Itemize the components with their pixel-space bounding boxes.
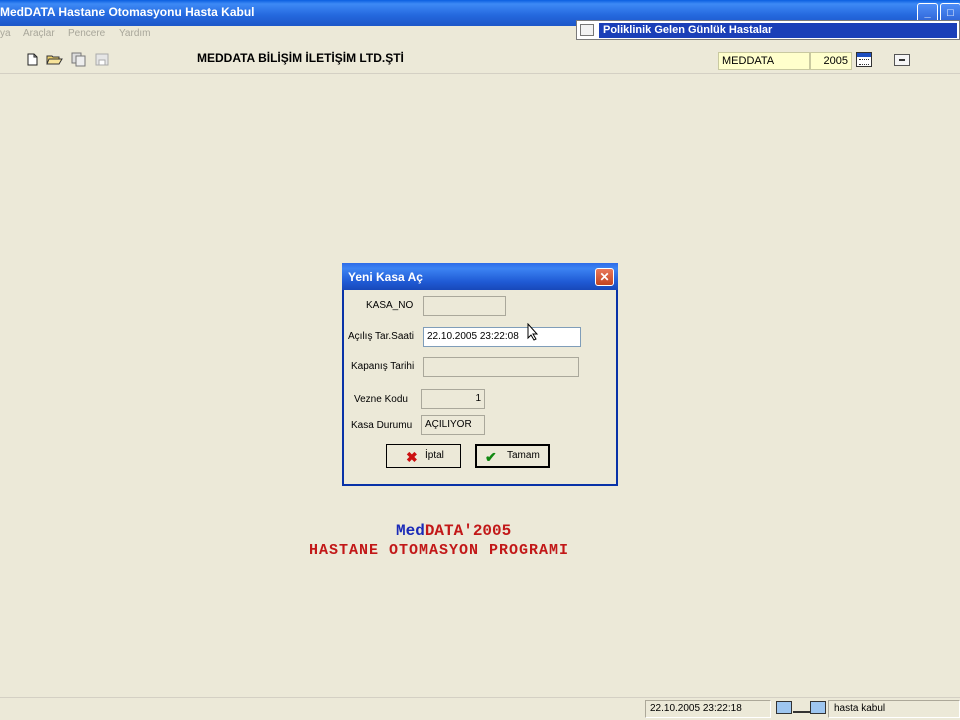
dialog-title: Yeni Kasa Aç — [348, 270, 423, 284]
brand-title: MedDATA'2005 — [396, 522, 511, 540]
user-field[interactable]: MEDDATA — [718, 52, 810, 70]
company-name: MEDDATA BİLİŞİM İLETİŞİM LTD.ŞTİ — [197, 51, 404, 65]
dialog-titlebar[interactable]: Yeni Kasa Aç ✕ — [342, 263, 618, 290]
year-field[interactable]: 2005 — [810, 52, 852, 70]
status-user: hasta kabul — [828, 700, 960, 718]
menu-item-araclar[interactable]: Araçlar — [23, 28, 55, 39]
acilis-label: Açılış Tar.Saati — [348, 331, 414, 342]
new-icon[interactable] — [25, 53, 39, 66]
exit-icon[interactable] — [894, 54, 910, 66]
calendar-icon[interactable] — [856, 52, 872, 67]
save-icon[interactable] — [95, 53, 109, 66]
kapanis-date-field[interactable] — [423, 357, 579, 377]
brand-subtitle: HASTANE OTOMASYON PROGRAMI — [309, 542, 570, 559]
vezne-label: Vezne Kodu — [354, 394, 408, 405]
kasa-no-label: KASA_NO — [366, 300, 414, 311]
check-icon: ✔ — [485, 449, 497, 465]
copy-icon[interactable] — [71, 52, 87, 67]
child-window-poliklinik[interactable]: Poliklinik Gelen Günlük Hastalar — [576, 20, 960, 40]
window-icon — [580, 24, 594, 36]
cancel-button-label: İptal — [425, 450, 444, 461]
computer-icon — [776, 701, 792, 714]
mouse-cursor-icon — [527, 323, 539, 341]
kasa-durum-field: AÇILIYOR — [421, 415, 485, 435]
menu-item-yardim[interactable]: Yardım — [119, 28, 151, 39]
acilis-datetime-field[interactable]: 22.10.2005 23:22:08 — [423, 327, 581, 347]
brand-med: Med — [396, 522, 425, 540]
vezne-code-field[interactable]: 1 — [421, 389, 485, 409]
close-icon[interactable]: ✕ — [595, 268, 614, 286]
child-window-title: Poliklinik Gelen Günlük Hastalar — [599, 23, 957, 38]
cancel-x-icon: ✖ — [406, 449, 418, 465]
brand-data-2005: DATA'2005 — [424, 522, 512, 540]
menu-item-pencere[interactable]: Pencere — [68, 28, 105, 39]
cancel-button[interactable]: ✖ İptal — [386, 444, 461, 468]
kasa-no-field[interactable] — [423, 296, 506, 316]
durum-label: Kasa Durumu — [351, 420, 413, 431]
status-datetime: 22.10.2005 23:22:18 — [645, 700, 771, 718]
menu-item-dosya[interactable]: ya — [0, 28, 11, 39]
window-title: MedDATA Hastane Otomasyonu Hasta Kabul — [0, 5, 255, 19]
network-link-icon — [793, 711, 811, 713]
kapanis-label: Kapanış Tarihi — [351, 361, 415, 372]
ok-button-label: Tamam — [507, 450, 540, 461]
open-icon[interactable] — [46, 53, 63, 66]
server-icon — [810, 701, 826, 714]
ok-button[interactable]: ✔ Tamam — [475, 444, 550, 468]
